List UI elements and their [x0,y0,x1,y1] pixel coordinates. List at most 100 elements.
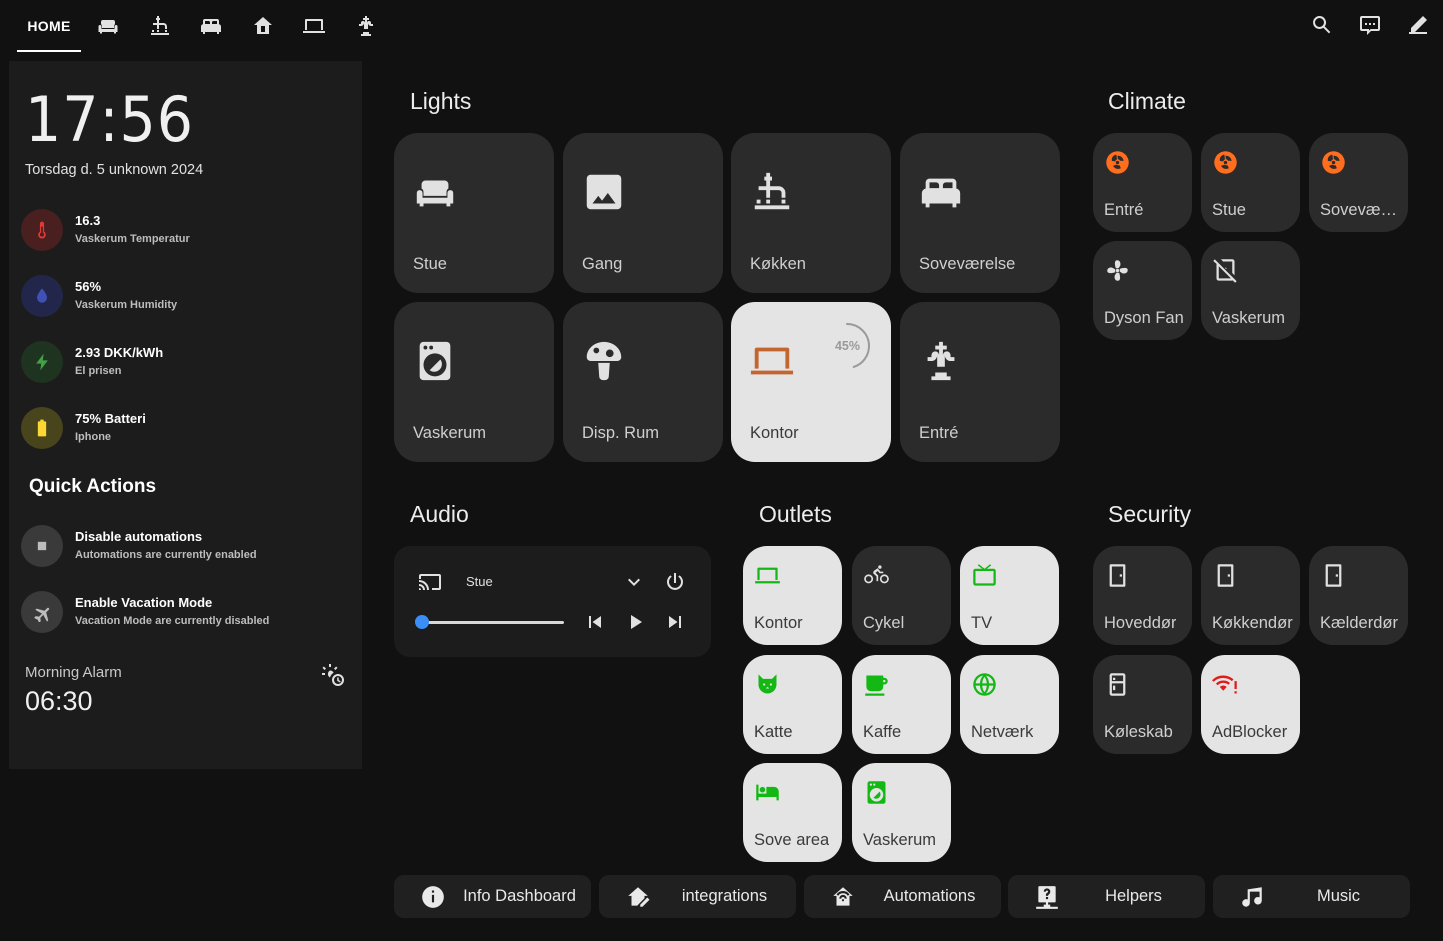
edit-icon[interactable] [1406,13,1430,37]
outdoor-light-icon[interactable] [354,14,378,38]
tile-name: Køkkendør [1212,614,1293,632]
light-tile-gang[interactable]: Gang [563,133,723,293]
washing-machine-icon [412,338,458,384]
skip-next-icon[interactable] [663,610,687,634]
laptop-icon [754,562,781,589]
security-tile-koleskab[interactable]: Køleskab [1093,655,1192,754]
light-tile-entre[interactable]: Entré [900,302,1060,462]
outlet-tile-kontor[interactable]: Kontor [743,546,842,645]
climate-tile-sovevaerelse[interactable]: Soveværelse [1309,133,1408,232]
chevron-down-icon[interactable] [622,570,646,594]
skip-previous-icon[interactable] [583,610,607,634]
bed-icon[interactable] [199,14,223,38]
tile-name: Vaskerum [413,424,487,442]
tile-name: Kontor [754,614,803,632]
dehumidifier-off-icon [1212,257,1239,284]
tile-name: Entré [1104,201,1144,219]
light-tile-stue[interactable]: Stue [394,133,554,293]
assist-icon[interactable] [1358,13,1382,37]
door-icon [1104,562,1131,589]
bed-icon [754,779,781,806]
washing-machine-icon [863,779,890,806]
climate-tile-entre[interactable]: Entré [1093,133,1192,232]
outlet-tile-katte[interactable]: Katte [743,655,842,754]
sensor-value: 2.93 DKK/kWh [75,345,164,360]
thermometer-icon [21,209,63,251]
tile-name: Kaffe [863,723,902,741]
volume-slider[interactable] [422,621,564,624]
section-title-outlets: Outlets [759,501,832,527]
sofa-icon[interactable] [96,14,120,38]
alarm-icon[interactable] [322,664,346,688]
light-tile-disp-rum[interactable]: Disp. Rum [563,302,723,462]
security-tile-kokkendor[interactable]: Køkkendør [1201,546,1300,645]
outlet-tile-tv[interactable]: TV [960,546,1059,645]
info-dashboard-button[interactable]: Info Dashboard [394,875,591,918]
sensor-label: Vaskerum Humidity [75,299,178,311]
tile-name: Vaskerum [1212,309,1286,327]
tab-home[interactable]: HOME [17,0,81,52]
tile-name: Kælderdør [1320,614,1398,632]
light-tile-sovevaerelse[interactable]: Soveværelse [900,133,1060,293]
help-network-icon [1034,884,1060,910]
battery-icon [21,407,63,449]
volume-slider-handle[interactable] [415,615,429,629]
alarm-time[interactable]: 06:30 [25,686,93,717]
climate-tile-stue[interactable]: Stue [1201,133,1300,232]
automations-button[interactable]: Automations [804,875,1001,918]
music-button[interactable]: Music [1213,875,1410,918]
outlet-tile-sove-area[interactable]: Sove area [743,763,842,862]
media-source: Stue [466,574,493,589]
security-tile-hoveddor[interactable]: Hoveddør [1093,546,1192,645]
sensor-chip-temperature[interactable]: 16.3 Vaskerum Temperatur [21,209,341,257]
security-tile-kaelderdor[interactable]: Kælderdør [1309,546,1408,645]
tile-name: TV [971,614,993,632]
airplane-icon [21,591,63,633]
button-label: integrations [681,887,768,905]
button-label: Helpers [1105,887,1162,905]
clock: 17:56 [25,83,194,156]
faucet-icon[interactable] [148,14,172,38]
cat-icon [754,671,781,698]
play-icon[interactable] [623,610,647,634]
outlet-tile-cykel[interactable]: Cykel [852,546,951,645]
sofa-icon [412,169,458,215]
light-tile-vaskerum[interactable]: Vaskerum [394,302,554,462]
section-title-climate: Climate [1108,88,1186,114]
cast-icon[interactable] [418,570,442,594]
outlet-tile-vaskerum[interactable]: Vaskerum [852,763,951,862]
outlet-tile-kaffe[interactable]: Kaffe [852,655,951,754]
light-tile-kontor[interactable]: 45% Kontor [731,302,891,462]
security-tile-adblocker[interactable]: AdBlocker [1201,655,1300,754]
integrations-button[interactable]: integrations [599,875,796,918]
sensor-chip-battery[interactable]: 75% Batteri Iphone [21,407,341,455]
music-icon [1239,884,1265,910]
tile-name: Køkken [750,255,806,273]
section-title-audio: Audio [410,501,469,527]
sensor-chip-humidity[interactable]: 56% Vaskerum Humidity [21,275,341,323]
tile-name: Hoveddør [1104,614,1177,632]
sensor-chip-electricity[interactable]: 2.93 DKK/kWh El prisen [21,341,341,389]
tile-name: Kontor [750,424,799,442]
laptop-icon [749,338,795,384]
quick-action-disable-automations[interactable]: Disable automations Automations are curr… [21,525,341,573]
helpers-button[interactable]: Helpers [1008,875,1205,918]
quick-actions-title: Quick Actions [29,476,157,497]
coffee-icon [863,671,890,698]
tile-name: Sove area [754,831,830,849]
home-automation-icon [830,884,856,910]
search-icon[interactable] [1310,13,1334,37]
light-tile-kokken[interactable]: Køkken [731,133,891,293]
image-icon [581,169,627,215]
tile-name: Katte [754,723,793,741]
outlet-tile-netvaerk[interactable]: Netværk [960,655,1059,754]
quick-action-vacation-mode[interactable]: Enable Vacation Mode Vacation Mode are c… [21,591,341,639]
tile-name: Entré [919,424,959,442]
climate-tile-dyson-fan[interactable]: Dyson Fan [1093,241,1192,340]
web-icon [971,671,998,698]
home-icon[interactable] [251,14,275,38]
power-icon[interactable] [663,570,687,594]
laptop-icon[interactable] [302,14,326,38]
climate-tile-vaskerum[interactable]: Vaskerum [1201,241,1300,340]
heat-pump-icon [1104,149,1131,176]
